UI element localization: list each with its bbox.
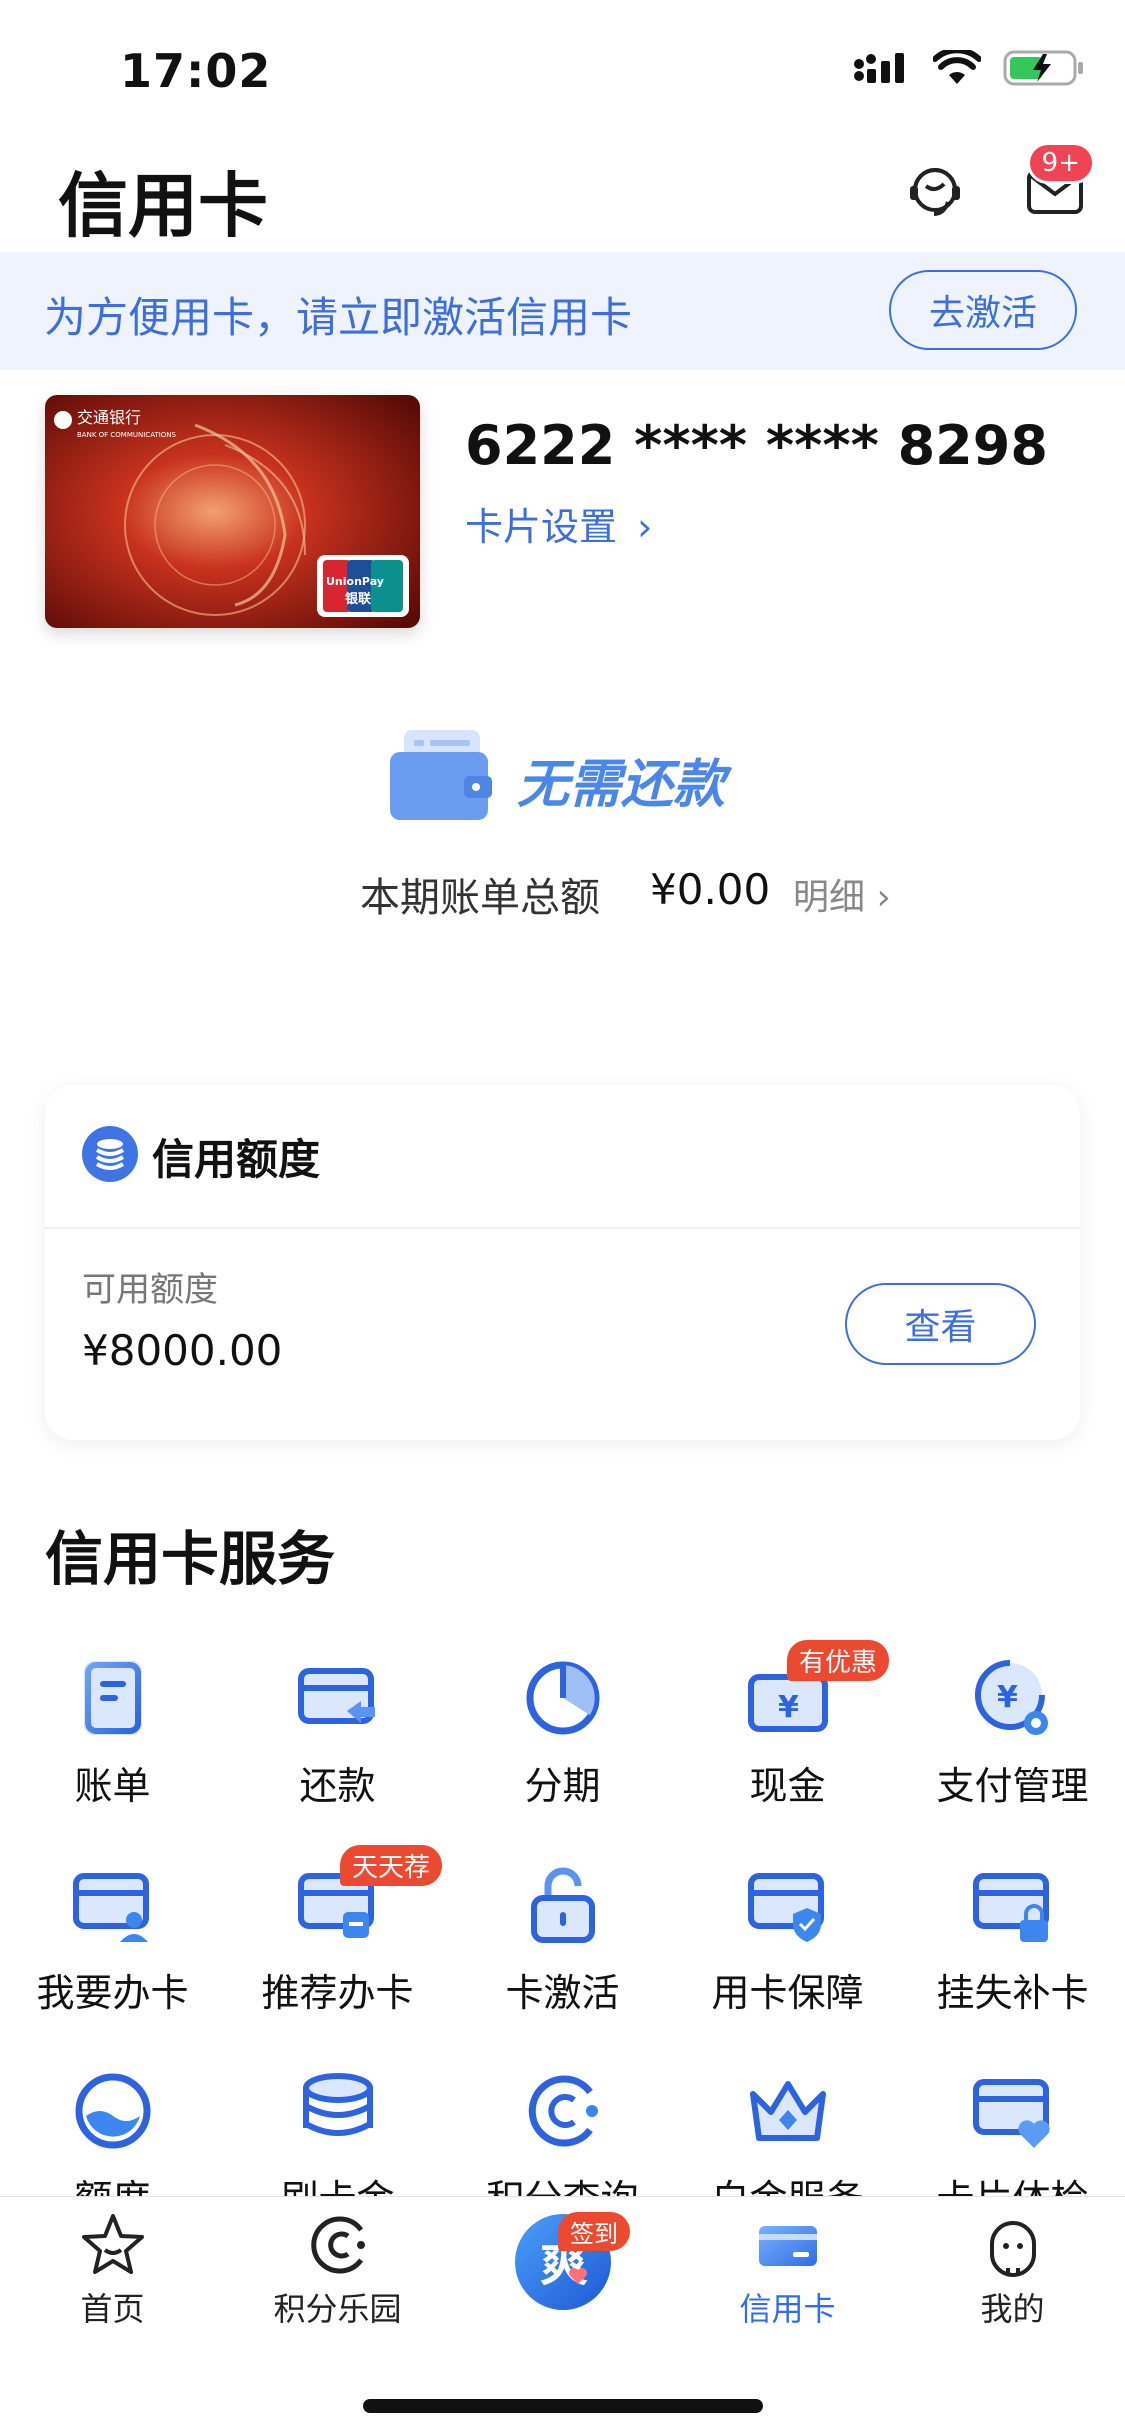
battery-icon	[1003, 50, 1083, 86]
nav-label: 首页	[80, 2290, 145, 2328]
nav-label: 我的	[980, 2290, 1045, 2328]
bill-detail-label: 明细	[793, 877, 866, 918]
svg-text:BANK OF COMMUNICATIONS: BANK OF COMMUNICATIONS	[77, 431, 177, 439]
available-limit-label: 可用额度	[82, 1270, 218, 1310]
quota-icon	[75, 2073, 150, 2149]
service-payment-settings[interactable]: ¥ 支付管理	[900, 1655, 1125, 1810]
apply-card-icon	[72, 1873, 149, 1942]
card-artwork: 交通银行 BANK OF COMMUNICATIONS UnionPay 银联	[45, 395, 420, 628]
recommend-badge: 天天荐	[340, 1845, 443, 1886]
svg-text:UnionPay: UnionPay	[326, 575, 384, 588]
status-icons	[853, 48, 1085, 88]
nav-home[interactable]: 首页	[0, 2210, 225, 2330]
svg-text:¥: ¥	[778, 1690, 799, 1725]
service-label: 挂失补卡	[936, 1971, 1089, 2015]
home-indicator	[363, 2399, 763, 2413]
wifi-icon	[933, 50, 981, 84]
signal-icon	[854, 53, 904, 83]
profile-icon	[989, 2221, 1036, 2277]
card-settings-label: 卡片设置	[465, 505, 618, 549]
bill-icon	[83, 1661, 142, 1735]
service-apply-card[interactable]: 我要办卡	[0, 1862, 225, 2017]
service-label: 我要办卡	[36, 1971, 189, 2015]
card-number: 6222 **** **** 8298	[465, 414, 1048, 477]
service-label: 用卡保障	[711, 1971, 864, 2015]
activation-banner-text: 为方便用卡，请立即激活信用卡	[44, 293, 633, 342]
nav-points-park[interactable]: 积分乐园	[225, 2210, 450, 2330]
activate-button[interactable]: 去激活	[889, 270, 1077, 350]
payment-settings-icon: ¥	[974, 1660, 1048, 1735]
checkin-badge: 签到	[558, 2212, 630, 2251]
credit-card-image[interactable]: 交通银行 BANK OF COMMUNICATIONS UnionPay 银联	[45, 395, 420, 628]
service-repay[interactable]: 还款	[225, 1655, 450, 1810]
svg-text:银联: 银联	[345, 591, 371, 607]
view-limit-button[interactable]: 查看	[845, 1283, 1036, 1365]
svg-text:交通银行: 交通银行	[77, 408, 141, 427]
available-limit-value: ¥8000.00	[82, 1326, 283, 1375]
nav-label: 积分乐园	[273, 2290, 402, 2328]
unlock-icon	[530, 1867, 595, 1943]
card-lock-icon	[972, 1873, 1049, 1942]
nav-profile[interactable]: 我的	[900, 2210, 1125, 2330]
service-bill[interactable]: 账单	[0, 1655, 225, 1810]
repay-icon	[297, 1668, 375, 1724]
customer-service-button[interactable]	[900, 156, 970, 226]
star-icon	[81, 2214, 144, 2274]
service-label: 账单	[74, 1764, 151, 1808]
points-icon	[528, 2075, 598, 2147]
service-label: 支付管理	[936, 1764, 1089, 1808]
card-shield-icon	[747, 1873, 824, 1942]
service-label: 分期	[524, 1764, 601, 1808]
service-activate-card[interactable]: 卡激活	[450, 1862, 675, 2017]
service-report-loss[interactable]: 挂失补卡	[900, 1862, 1125, 2017]
credit-card-icon	[758, 2226, 817, 2266]
nav-credit-card[interactable]: 信用卡	[675, 2210, 900, 2330]
status-time: 17:02	[120, 44, 272, 98]
service-label: 还款	[299, 1764, 376, 1808]
credit-limit-title: 信用额度	[152, 1135, 321, 1184]
services-title: 信用卡服务	[45, 1525, 336, 1593]
nav-label: 信用卡	[739, 2290, 836, 2328]
message-badge: 9+	[1026, 142, 1095, 184]
headset-icon	[910, 168, 960, 216]
card-heart-icon	[972, 2079, 1050, 2148]
page-title: 信用卡	[58, 165, 268, 247]
coins-stack-icon	[82, 1126, 138, 1186]
bill-total-amount: ¥0.00	[650, 865, 771, 914]
crown-icon	[749, 2081, 826, 2141]
bill-detail-link[interactable]: 明细 ›	[793, 868, 891, 920]
service-label: 卡激活	[505, 1971, 620, 2015]
no-repayment-status: 无需还款	[517, 755, 726, 815]
chevron-right-icon: ›	[876, 877, 891, 918]
service-label: 推荐办卡	[261, 1971, 414, 2015]
points-park-icon	[310, 2216, 365, 2274]
coins-icon	[302, 2073, 373, 2136]
wallet-icon	[390, 728, 496, 826]
service-installment[interactable]: 分期	[450, 1655, 675, 1810]
service-label: 现金	[749, 1764, 826, 1808]
installment-icon	[526, 1661, 599, 1735]
chevron-right-icon: ›	[637, 505, 653, 549]
unionpay-logo: UnionPay 银联	[317, 555, 409, 617]
bill-total-label: 本期账单总额	[360, 875, 600, 921]
cash-promo-badge: 有优惠	[787, 1640, 890, 1681]
divider	[45, 1227, 1080, 1229]
svg-text:¥: ¥	[997, 1680, 1018, 1715]
card-settings-link[interactable]: 卡片设置 ›	[465, 496, 652, 551]
service-card-protection[interactable]: 用卡保障	[675, 1862, 900, 2017]
